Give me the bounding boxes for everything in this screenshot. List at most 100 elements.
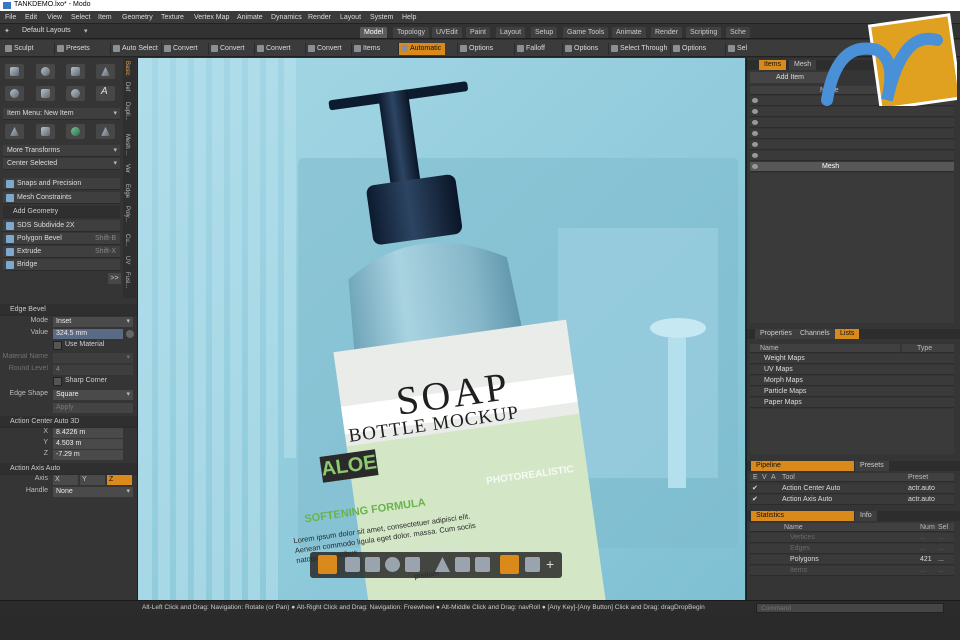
eye-icon[interactable] — [752, 142, 758, 147]
falloff-options-button[interactable]: Options — [562, 43, 602, 55]
pipeline-row-action-axis[interactable]: ✔ Action Axis Auto actr.auto — [750, 495, 954, 505]
list-particle-maps[interactable]: Particle Maps — [750, 387, 954, 397]
torus-primitive-icon[interactable] — [5, 86, 24, 101]
list-morph-maps[interactable]: Morph Maps — [750, 376, 954, 386]
menu-texture[interactable]: Texture — [161, 14, 184, 21]
vertex-mode-icon[interactable] — [435, 557, 450, 572]
stats-row-polygons[interactable]: Polygons 421 ... — [750, 555, 954, 565]
vtab-deform[interactable]: Def — [124, 82, 130, 91]
action-axis-header[interactable]: Action Axis Auto — [0, 463, 137, 475]
item-menu-dropdown[interactable]: Item Menu: New Item — [3, 108, 120, 120]
vtab-vertex[interactable]: Ver — [124, 164, 130, 173]
convert-vertices-button[interactable]: Convert — [161, 43, 202, 55]
command-input[interactable] — [756, 603, 944, 613]
more-transforms-dropdown[interactable]: More Transforms — [3, 145, 120, 157]
vtab-fusion[interactable]: Fusi... — [124, 272, 130, 288]
presets-button[interactable]: Presets — [54, 43, 94, 55]
tab-model[interactable]: Model — [360, 27, 388, 38]
lists-type-header[interactable]: Type — [902, 344, 954, 353]
material-mode-icon[interactable] — [525, 557, 540, 572]
move-icon[interactable] — [345, 557, 360, 572]
stats-row-edges[interactable]: Edges ... ... — [750, 544, 954, 554]
tab-scripting[interactable]: Scripting — [686, 27, 722, 38]
edge-bevel-header[interactable]: Edge Bevel — [0, 304, 137, 316]
menu-render[interactable]: Render — [308, 14, 331, 21]
value-input[interactable]: 324.5 mm — [53, 329, 123, 339]
tab-channels[interactable]: Channels — [795, 329, 835, 339]
item-row-mesh-b[interactable] — [750, 151, 954, 161]
tab-lists[interactable]: Lists — [835, 329, 860, 339]
menu-dynamics[interactable]: Dynamics — [271, 14, 302, 21]
axis-y-button[interactable]: Y — [80, 475, 105, 485]
tab-render[interactable]: Render — [651, 27, 682, 38]
capsule-primitive-icon[interactable] — [36, 86, 55, 101]
item-row-camera[interactable] — [750, 129, 954, 139]
eye-icon[interactable] — [752, 153, 758, 158]
axis-z-button[interactable]: Z — [107, 475, 132, 485]
workplane-icon[interactable] — [36, 124, 55, 139]
menu-help[interactable]: Help — [402, 14, 416, 21]
menu-animate[interactable]: Animate — [237, 14, 263, 21]
item-row-group[interactable] — [750, 107, 954, 117]
pipeline-row-action-center[interactable]: ✔ Action Center Auto actr.auto — [750, 484, 954, 494]
snaps-precision-button[interactable]: Snaps and Precision — [3, 178, 120, 190]
3d-viewport[interactable]: SOAP BOTTLE MOCKUP ALOE SOFTENING FORMUL… — [138, 58, 745, 600]
cylinder-primitive-icon[interactable] — [66, 64, 85, 79]
action-center-z-input[interactable]: -7.29 m — [53, 450, 123, 460]
vtab-polygon[interactable]: Poly... — [124, 206, 130, 222]
select-more-button[interactable]: Sel — [725, 43, 751, 55]
convert-polygons-button[interactable]: Convert — [254, 43, 295, 55]
action-center-automatic-button[interactable]: Automatic — [398, 43, 446, 55]
transform-icon[interactable] — [5, 124, 24, 139]
pyramid-icon[interactable] — [96, 124, 115, 139]
use-material-checkbox[interactable] — [53, 341, 62, 350]
tab-topology[interactable]: Topology — [393, 27, 430, 38]
stats-row-vertices[interactable]: Vertices ... ... — [750, 533, 954, 543]
item-row-light[interactable] — [750, 118, 954, 128]
menu-item[interactable]: Item — [98, 14, 112, 21]
tab-uvedit[interactable]: UVEdit — [432, 27, 462, 38]
tab-presets[interactable]: Presets — [855, 461, 889, 471]
menu-geometry[interactable]: Geometry — [122, 14, 153, 21]
cube-primitive-icon[interactable] — [5, 64, 24, 79]
auto-select-button[interactable]: Auto Select — [110, 43, 162, 55]
item-row-mesh[interactable]: Mesh — [750, 162, 954, 172]
tab-info[interactable]: Info — [855, 511, 877, 521]
edge-mode-icon[interactable] — [455, 557, 470, 572]
ellipsoid-primitive-icon[interactable] — [66, 86, 85, 101]
tab-mesh-ops[interactable]: Mesh — [789, 60, 817, 70]
items-button[interactable]: Items — [351, 43, 384, 55]
globe-icon[interactable] — [66, 124, 85, 139]
menu-vertex-map[interactable]: Vertex Map — [194, 14, 229, 21]
handle-select[interactable]: None — [53, 487, 133, 497]
axis-x-button[interactable]: X — [53, 475, 78, 485]
lists-name-header[interactable]: Name — [750, 344, 900, 353]
sculpt-button[interactable]: Sculpt — [3, 43, 37, 55]
list-uv-maps[interactable]: UV Maps — [750, 365, 954, 375]
eye-icon[interactable] — [752, 120, 758, 125]
menu-select[interactable]: Select — [71, 14, 90, 21]
add-icon[interactable]: + — [546, 556, 554, 572]
center-selected-dropdown[interactable]: Center Selected — [3, 158, 120, 170]
eye-icon[interactable] — [752, 164, 758, 169]
transform-tool-icon[interactable] — [405, 557, 420, 572]
tab-properties[interactable]: Properties — [755, 329, 797, 339]
material-name-select[interactable] — [53, 353, 133, 363]
action-center-header[interactable]: Action Center Auto 3D — [0, 416, 137, 428]
eye-icon[interactable] — [752, 109, 758, 114]
falloff-button[interactable]: Falloff — [514, 43, 549, 55]
more-tools-button[interactable]: >> — [108, 273, 121, 284]
eye-icon[interactable] — [752, 98, 758, 103]
mode-select[interactable]: Inset — [53, 317, 133, 327]
menu-view[interactable]: View — [47, 14, 62, 21]
convert-edges-button[interactable]: Convert — [208, 43, 249, 55]
select-options-button[interactable]: Options — [670, 43, 710, 55]
menu-layout[interactable]: Layout — [340, 14, 361, 21]
tab-paint[interactable]: Paint — [466, 27, 490, 38]
extrude-button[interactable]: Extrude Shift-X — [3, 246, 120, 258]
scale-icon[interactable] — [385, 557, 400, 572]
select-through-button[interactable]: Select Through — [608, 43, 671, 55]
tab-items[interactable]: Items — [759, 60, 787, 70]
action-center-options-button[interactable]: Options — [457, 43, 497, 55]
cone-primitive-icon[interactable] — [96, 64, 115, 79]
